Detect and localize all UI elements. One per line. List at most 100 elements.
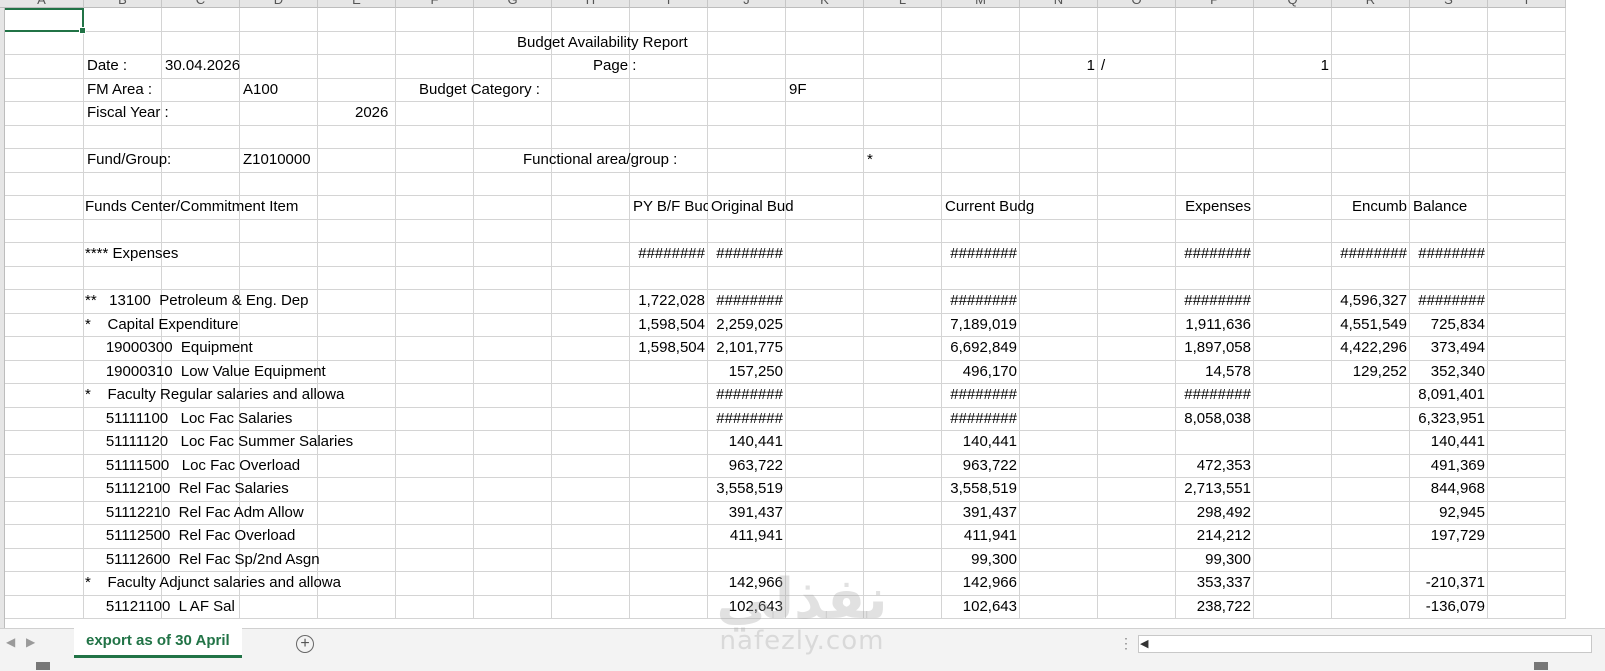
fund-value[interactable]: Z1010000 xyxy=(240,149,318,173)
header-py-bf[interactable]: PY B/F Buc xyxy=(630,196,708,220)
row-label[interactable]: 51112210 Rel Fac Adm Allow xyxy=(82,502,394,525)
cell[interactable] xyxy=(474,125,552,149)
cell[interactable] xyxy=(864,290,942,314)
cell[interactable] xyxy=(864,478,942,502)
column-header[interactable]: K xyxy=(786,0,864,8)
row-encumbrance[interactable] xyxy=(1332,596,1410,619)
cell[interactable] xyxy=(630,78,708,102)
cell[interactable] xyxy=(864,31,942,55)
row-label[interactable]: 51112600 Rel Fac Sp/2nd Asgn xyxy=(82,549,394,572)
row-original-budget[interactable]: 102,643 xyxy=(708,596,786,619)
cell[interactable] xyxy=(1254,172,1332,196)
cell[interactable] xyxy=(1176,125,1254,149)
cell[interactable] xyxy=(786,360,864,384)
cell[interactable] xyxy=(1332,266,1410,290)
header-expenses[interactable]: Expenses xyxy=(1176,196,1254,220)
cell[interactable] xyxy=(1410,31,1488,55)
row-current-budget[interactable]: 142,966 xyxy=(942,572,1020,596)
cell[interactable] xyxy=(630,125,708,149)
cell[interactable] xyxy=(1254,407,1332,431)
cell[interactable] xyxy=(708,102,786,126)
row-current-budget[interactable]: ######## xyxy=(942,243,1020,267)
cell[interactable] xyxy=(1176,102,1254,126)
cell[interactable] xyxy=(1488,478,1566,502)
cell[interactable] xyxy=(474,172,552,196)
row-py-bf[interactable]: 1,598,504 xyxy=(630,314,708,337)
row-expenses[interactable]: 472,353 xyxy=(1176,455,1254,478)
cell[interactable] xyxy=(162,31,240,55)
row-encumbrance[interactable] xyxy=(1332,478,1410,502)
cell[interactable] xyxy=(942,125,1020,149)
cell[interactable] xyxy=(786,572,864,596)
cell[interactable] xyxy=(0,290,84,314)
column-header[interactable]: I xyxy=(630,0,708,8)
cell[interactable] xyxy=(1488,290,1566,314)
cell[interactable] xyxy=(864,55,942,79)
cell[interactable] xyxy=(786,243,864,267)
cell[interactable] xyxy=(474,102,552,126)
cell[interactable] xyxy=(474,290,552,314)
header-current-budget[interactable]: Current Budg xyxy=(942,196,1034,220)
row-label[interactable]: * Faculty Regular salaries and allowa xyxy=(82,384,394,408)
row-py-bf[interactable]: ######## xyxy=(630,243,708,267)
column-header[interactable]: N xyxy=(1020,0,1098,8)
cell[interactable] xyxy=(1410,8,1488,32)
column-header[interactable]: S xyxy=(1410,0,1488,8)
cell[interactable] xyxy=(0,572,84,596)
cell[interactable] xyxy=(786,172,864,196)
row-current-budget[interactable]: 963,722 xyxy=(942,455,1020,478)
cell[interactable] xyxy=(474,337,552,361)
cell[interactable] xyxy=(1488,172,1566,196)
cell[interactable] xyxy=(84,8,162,32)
cell[interactable] xyxy=(1176,172,1254,196)
cell[interactable] xyxy=(0,149,84,173)
cell[interactable] xyxy=(1020,478,1098,502)
cell[interactable] xyxy=(552,548,630,572)
cell[interactable] xyxy=(1254,384,1332,408)
cell[interactable] xyxy=(942,149,1020,173)
cell[interactable] xyxy=(1488,407,1566,431)
cell[interactable] xyxy=(84,266,162,290)
cell[interactable] xyxy=(1020,102,1098,126)
row-expenses[interactable]: 8,058,038 xyxy=(1176,408,1254,431)
cell[interactable] xyxy=(552,290,630,314)
date-label[interactable]: Date : xyxy=(84,55,162,79)
column-header[interactable]: J xyxy=(708,0,786,8)
page-total[interactable]: 1 xyxy=(1254,55,1332,79)
row-current-budget[interactable]: 411,941 xyxy=(942,525,1020,549)
row-current-budget[interactable]: ######## xyxy=(942,384,1020,408)
column-header[interactable]: D xyxy=(240,0,318,8)
cell[interactable] xyxy=(864,454,942,478)
cell[interactable] xyxy=(1020,572,1098,596)
cell[interactable] xyxy=(786,525,864,549)
cell[interactable] xyxy=(1488,454,1566,478)
cell[interactable] xyxy=(1410,55,1488,79)
column-header[interactable]: B xyxy=(84,0,162,8)
cell[interactable] xyxy=(1098,337,1176,361)
row-encumbrance[interactable] xyxy=(1332,408,1410,431)
cell[interactable] xyxy=(786,149,864,173)
row-py-bf[interactable] xyxy=(630,549,708,572)
cell[interactable] xyxy=(1020,172,1098,196)
cell[interactable] xyxy=(1020,31,1098,55)
cell[interactable] xyxy=(318,219,396,243)
cell[interactable] xyxy=(552,407,630,431)
cell[interactable] xyxy=(552,454,630,478)
row-expenses[interactable]: 238,722 xyxy=(1176,596,1254,619)
row-balance[interactable]: 352,340 xyxy=(1410,361,1488,384)
row-encumbrance[interactable] xyxy=(1332,455,1410,478)
scroll-split-handle-icon[interactable]: ⋮ xyxy=(1119,635,1133,652)
cell[interactable] xyxy=(942,31,1020,55)
cell[interactable] xyxy=(1098,454,1176,478)
cell[interactable] xyxy=(1254,266,1332,290)
cell[interactable] xyxy=(1098,525,1176,549)
row-original-budget[interactable]: 411,941 xyxy=(708,525,786,549)
cell[interactable] xyxy=(864,337,942,361)
row-py-bf[interactable] xyxy=(630,572,708,596)
cell[interactable] xyxy=(786,595,864,619)
cell[interactable] xyxy=(1098,149,1176,173)
cell[interactable] xyxy=(1488,78,1566,102)
cell[interactable] xyxy=(786,8,864,32)
row-py-bf[interactable] xyxy=(630,408,708,431)
cell[interactable] xyxy=(1488,31,1566,55)
